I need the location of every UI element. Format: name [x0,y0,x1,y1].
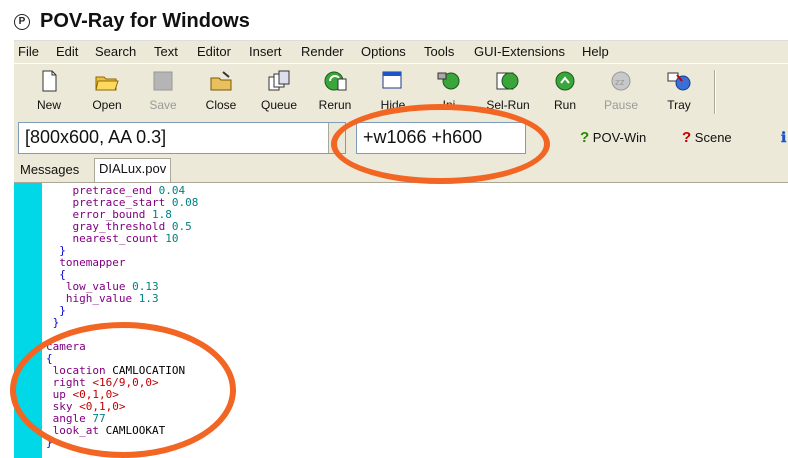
close-file-icon [210,71,232,91]
rerun-icon [324,71,347,91]
save-icon [153,71,173,91]
code-line: } [46,305,198,317]
render-settings-value: [800x600, AA 0.3] [25,127,167,147]
render-settings-dropdown[interactable]: [800x600, AA 0.3] ▼ [18,122,346,154]
code-line: nearest_count 10 [46,233,198,245]
code-value: 0.08 [171,196,199,209]
tray-icon [667,72,691,91]
menu-edit[interactable]: Edit [56,44,78,59]
info-icon[interactable]: ℹ [781,129,786,146]
menu-gui-extensions[interactable]: GUI-Extensions [474,44,565,59]
help-question-icon: ? [682,129,692,146]
svg-text:zz: zz [615,78,625,88]
rerun-button[interactable]: Rerun [310,67,360,117]
menu-render[interactable]: Render [301,44,344,59]
menu-text[interactable]: Text [154,44,178,59]
code-brace: } [52,316,60,329]
new-button[interactable]: New [26,67,72,117]
sel-run-icon [496,72,519,90]
queue-button[interactable]: Queue [254,67,304,117]
menu-file[interactable]: File [18,44,39,59]
queue-label: Queue [260,98,298,112]
menu-editor[interactable]: Editor [197,44,231,59]
annotation-circle-camera [10,322,236,458]
povray-icon: P [14,14,30,30]
code-value: 10 [165,232,179,245]
code-value: 1.3 [138,292,159,305]
save-button[interactable]: Save [140,67,186,117]
open-folder-icon [95,76,119,91]
code-line: tonemapper [46,257,198,269]
run-icon [555,71,575,91]
code-keyword: nearest_count [72,232,159,245]
run-label: Run [553,98,576,112]
help-question-icon: ? [580,129,590,146]
menu-help[interactable]: Help [582,44,609,59]
toolbar-separator [714,70,716,114]
pause-button[interactable]: zz Pause [596,67,646,117]
tab-messages[interactable]: Messages [16,160,83,181]
menu-insert[interactable]: Insert [249,44,282,59]
title-bar: P POV-Ray for Windows [0,0,788,38]
queue-icon [268,70,290,91]
new-label: New [36,98,61,112]
open-button[interactable]: Open [84,67,130,117]
menu-bar: File Edit Search Text Editor Insert Rend… [14,40,788,63]
menu-options[interactable]: Options [361,44,406,59]
pause-label: Pause [603,98,639,112]
run-button[interactable]: Run [542,67,588,117]
menu-tools[interactable]: Tools [424,44,454,59]
close-label: Close [205,98,237,112]
scene-help-button[interactable]: ? Scene [682,129,732,146]
pov-win-label: POV-Win [592,130,647,145]
save-label: Save [149,98,177,112]
pause-icon: zz [611,71,631,91]
hide-icon [382,71,402,89]
open-label: Open [92,98,122,112]
code-line: high_value 1.3 [46,293,198,305]
window-title: POV-Ray for Windows [40,10,250,32]
code-brace: } [59,304,66,317]
scene-label: Scene [694,130,732,145]
code-keyword: high_value [65,292,133,305]
ini-icon [437,72,460,90]
menu-search[interactable]: Search [95,44,136,59]
close-button[interactable]: Close [198,67,244,117]
new-file-icon [42,70,57,92]
rerun-label: Rerun [318,98,352,112]
tray-label: Tray [667,98,691,112]
annotation-circle-command-line [331,104,550,184]
tab-dialux-pov[interactable]: DIALux.pov [94,158,172,182]
tray-button[interactable]: Tray [654,67,704,117]
code-keyword: tonemapper [59,256,126,269]
pov-win-help-button[interactable]: ? POV-Win [580,129,646,146]
